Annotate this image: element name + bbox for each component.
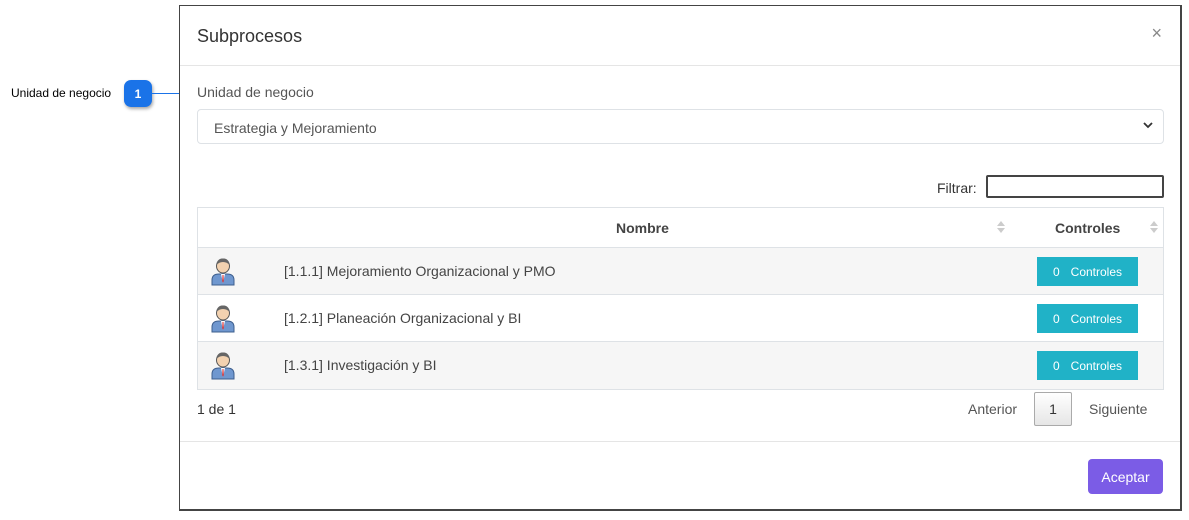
user-icon (211, 305, 235, 333)
controles-button[interactable]: 0 Controles (1037, 351, 1138, 380)
controles-label: Controles (1070, 311, 1123, 326)
annotation-label: Unidad de negocio (11, 86, 112, 100)
table-body: [1.1.1] Mejoramiento Organizacional y PM… (198, 248, 1163, 389)
chevron-down-icon (1143, 122, 1153, 129)
modal-header: Subprocesos × (180, 6, 1180, 66)
column-header-nombre[interactable]: Nombre (616, 220, 669, 236)
controles-label: Controles (1070, 264, 1123, 279)
table-row: [1.1.1] Mejoramiento Organizacional y PM… (198, 248, 1163, 295)
controles-count: 0 (1052, 311, 1060, 326)
controles-button[interactable]: 0 Controles (1037, 304, 1138, 333)
row-name: [1.2.1] Planeación Organizacional y BI (284, 310, 522, 326)
table-row: [1.3.1] Investigación y BI 0 Controles (198, 342, 1163, 389)
unidad-negocio-select[interactable]: Estrategia y Mejoramiento (197, 109, 1164, 144)
user-icon (211, 352, 235, 380)
close-icon[interactable]: × (1151, 23, 1162, 44)
modal-title: Subprocesos (197, 26, 303, 46)
table-row: [1.2.1] Planeación Organizacional y BI 0… (198, 295, 1163, 342)
select-value: Estrategia y Mejoramiento (214, 120, 377, 136)
controles-label: Controles (1070, 358, 1123, 373)
row-name: [1.1.1] Mejoramiento Organizacional y PM… (284, 263, 556, 279)
subprocesos-table: Nombre Controles [1.1.1] Mejoramiento Or… (197, 207, 1164, 390)
pagination-page-1[interactable]: 1 (1034, 392, 1072, 426)
row-name: [1.3.1] Investigación y BI (284, 357, 437, 373)
controles-button[interactable]: 0 Controles (1037, 257, 1138, 286)
accept-button[interactable]: Aceptar (1088, 459, 1163, 494)
annotation-badge: 1 (124, 80, 152, 107)
column-header-controles[interactable]: Controles (1055, 220, 1120, 236)
subprocesos-modal: Subprocesos × Unidad de negocio Estrateg… (179, 5, 1182, 511)
table-header: Nombre Controles (198, 208, 1163, 248)
unidad-negocio-label: Unidad de negocio (197, 84, 314, 100)
user-icon (211, 258, 235, 286)
pagination-previous[interactable]: Anterior (968, 401, 1017, 417)
controles-count: 0 (1052, 264, 1060, 279)
pagination-next[interactable]: Siguiente (1089, 401, 1147, 417)
modal-footer: Aceptar (180, 441, 1180, 511)
controles-count: 0 (1052, 358, 1060, 373)
page-info: 1 de 1 (197, 401, 236, 417)
filter-label: Filtrar: (937, 180, 977, 196)
filter-input[interactable] (986, 175, 1164, 198)
sort-icon[interactable] (997, 221, 1005, 235)
sort-icon[interactable] (1150, 221, 1158, 235)
